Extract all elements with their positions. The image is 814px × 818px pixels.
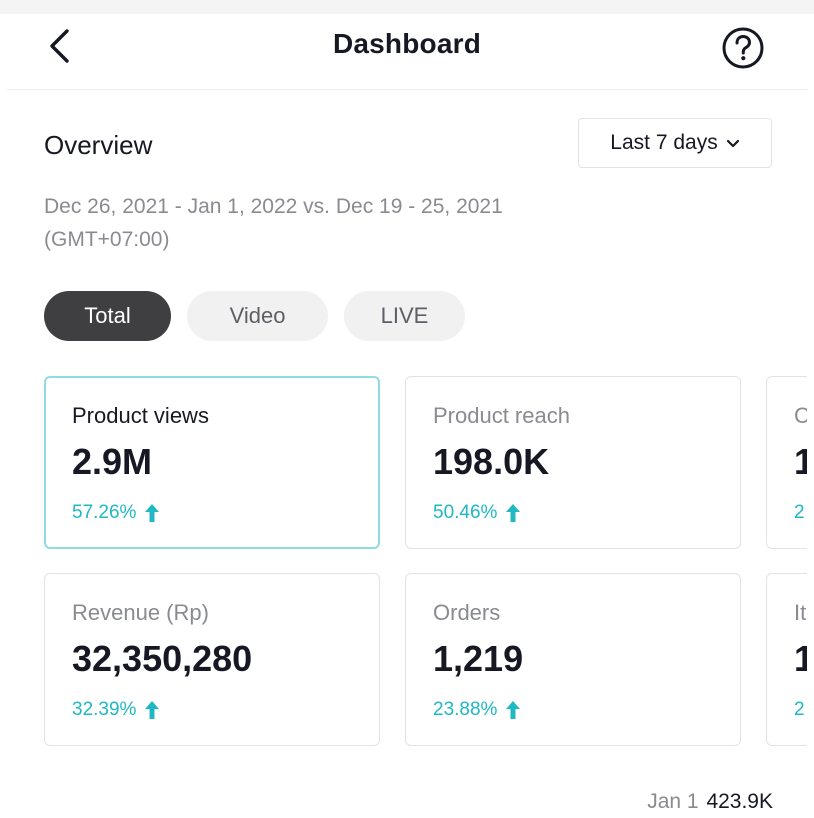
date-range-select-value: Last 7 days — [610, 131, 718, 154]
metric-change: 32.39% — [72, 699, 160, 721]
arrow-up-icon — [506, 701, 521, 719]
timezone-line: (GMT+07:00) — [44, 228, 170, 251]
metric-change: 23.88% — [433, 699, 521, 721]
metric-card-partial-2[interactable]: It 1 2 — [766, 573, 807, 746]
metric-change-value: 2 — [794, 502, 805, 523]
chart-readout-date: Jan 1 — [647, 790, 699, 813]
date-range-text: Dec 26, 2021 - Jan 1, 2022 vs. Dec 19 - … — [44, 190, 684, 256]
metric-change: 2 — [794, 502, 805, 524]
date-range-line-1: Dec 26, 2021 - Jan 1, 2022 vs. Dec 19 - … — [44, 195, 503, 218]
metric-value: 198.0K — [433, 441, 550, 482]
app-header: Dashboard — [7, 14, 807, 90]
metric-change: 57.26% — [72, 502, 160, 524]
metric-change: 50.46% — [433, 502, 521, 524]
arrow-up-icon — [145, 504, 160, 522]
top-strip — [0, 0, 814, 14]
metric-card-product-views[interactable]: Product views 2.9M 57.26% — [44, 376, 380, 549]
metric-change-value: 23.88% — [433, 699, 498, 720]
metric-label: Orders — [433, 600, 501, 625]
dashboard-screen: Dashboard Overview Last 7 days Dec 26, 2… — [7, 14, 807, 818]
metric-value: 1,219 — [433, 638, 524, 679]
metric-value: 1 — [794, 441, 807, 482]
metric-change: 2 — [794, 699, 805, 721]
question-circle-icon — [722, 27, 764, 69]
metric-change-value: 2 — [794, 699, 805, 720]
metric-change-value: 50.46% — [433, 502, 498, 523]
chart-readout: Jan 1 423.9K — [647, 790, 773, 814]
metric-label: Product reach — [433, 403, 570, 428]
arrow-up-icon — [506, 504, 521, 522]
tab-total[interactable]: Total — [44, 291, 171, 341]
metric-card-orders[interactable]: Orders 1,219 23.88% — [405, 573, 741, 746]
metric-change-value: 32.39% — [72, 699, 137, 720]
metric-label: Revenue (Rp) — [72, 600, 209, 625]
chevron-down-icon — [726, 139, 740, 149]
arrow-up-icon — [145, 701, 160, 719]
page-title: Dashboard — [332, 28, 482, 59]
metric-value: 32,350,280 — [72, 638, 253, 679]
metric-value: 1 — [794, 638, 807, 679]
content-type-tabs: Total Video LIVE — [44, 291, 465, 341]
metric-card-revenue[interactable]: Revenue (Rp) 32,350,280 32.39% — [44, 573, 380, 746]
date-range-select[interactable]: Last 7 days — [578, 118, 772, 168]
metric-value: 2.9M — [72, 441, 153, 482]
metric-label: Product views — [72, 403, 209, 428]
tab-video[interactable]: Video — [187, 291, 328, 341]
metric-label: It — [794, 600, 807, 625]
metric-card-product-reach[interactable]: Product reach 198.0K 50.46% — [405, 376, 741, 549]
metric-change-value: 57.26% — [72, 502, 137, 523]
chart-readout-value: 423.9K — [706, 790, 773, 813]
metric-card-partial-1[interactable]: C 1 2 — [766, 376, 807, 549]
help-button[interactable] — [719, 24, 767, 72]
metric-label: C — [794, 403, 807, 428]
tab-live[interactable]: LIVE — [344, 291, 465, 341]
overview-title: Overview — [44, 130, 153, 160]
